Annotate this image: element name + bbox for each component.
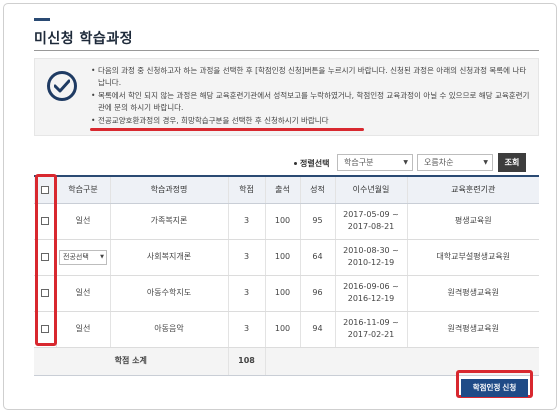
header-date: 이수년월일 [334,175,407,204]
cell-credit: 3 [227,275,265,312]
chevron-down-icon: ▼ [403,159,408,166]
notice-item: 전공교양호환과정의 경우, 희망학습구분을 선택한 후 신청하시기 바랍니다 [91,115,530,127]
sort-label: 정렬선택 [294,158,329,169]
page-title: 미신청 학습과정 [34,31,134,47]
cell-attendance: 100 [264,275,300,312]
page-frame: 미신청 학습과정 다음의 과정 중 신청하고자 하는 과정을 선택한 후 [학점… [3,3,557,410]
chevron-down-icon: ▼ [100,253,104,260]
header-institution: 교육훈련기관 [406,175,539,204]
cell-type: 전공선택 ▼ [55,239,110,276]
notice-item: 목록에서 학인 되지 않는 과정은 해당 교육훈련기관에서 성적보고를 누락하였… [91,90,530,114]
check-circle-icon [47,71,77,101]
apply-highlight-box: 학점인정 신청 [456,370,533,398]
row-checkbox[interactable] [40,288,49,297]
cell-institution: 대학교부설평생교육원 [406,239,539,276]
row-checkbox[interactable] [40,216,49,225]
cell-date: 2017-05-09 ~2017-08-21 [334,203,407,240]
cell-attendance: 100 [264,239,300,276]
cell-course: 사회복지개론 [109,239,228,276]
cell-credit: 3 [227,311,265,348]
search-button[interactable]: 조회 [498,153,526,172]
cell-score: 64 [299,239,335,276]
header-type: 학습구분 [55,175,110,204]
apply-credit-button[interactable]: 학점인정 신청 [461,379,528,397]
summary-total: 108 [227,347,265,376]
table-row: 일선 아동수학지도 3 100 96 2016-09-06 ~2016-12-1… [34,275,539,312]
course-table: 학습구분 학습과정명 학점 출석 성적 이수년월일 교육훈련기관 일선 가족복지… [34,175,539,376]
table-row: 일선 가족복지론 3 100 95 2017-05-09 ~2017-08-21… [34,203,539,240]
cell-attendance: 100 [264,203,300,240]
notice-list: 다음의 과정 중 신청하고자 하는 과정을 선택한 후 [학점인정 신청]버튼을… [91,65,530,128]
cell-course: 가족복지론 [109,203,228,240]
cell-score: 94 [299,311,335,348]
cell-attendance: 100 [264,311,300,348]
cell-score: 96 [299,275,335,312]
type-select[interactable]: 전공선택 ▼ [59,249,107,265]
header-attendance: 출석 [264,175,300,204]
header-score: 성적 [299,175,335,204]
table-row: 일선 아동음악 3 100 94 2016-11-09 ~2017-02-21 … [34,311,539,348]
cell-institution: 원격평생교육원 [406,311,539,348]
cell-institution: 평생교육원 [406,203,539,240]
summary-label: 학점 소계 [34,347,228,376]
table-header: 학습구분 학습과정명 학점 출석 성적 이수년월일 교육훈련기관 [34,175,539,204]
notice-item: 다음의 과정 중 신청하고자 하는 과정을 선택한 후 [학점인정 신청]버튼을… [91,65,530,89]
notice-box: 다음의 과정 중 신청하고자 하는 과정을 선택한 후 [학점인정 신청]버튼을… [34,58,539,136]
sort-field-select[interactable]: 학습구분 ▼ [337,154,413,171]
highlight-underline [90,128,364,131]
cell-score: 95 [299,203,335,240]
row-checkbox[interactable] [40,324,49,333]
cell-date: 2016-11-09 ~2017-02-21 [334,311,407,348]
header-course: 학습과정명 [109,175,228,204]
cell-institution: 원격평생교육원 [406,275,539,312]
title-accent-bar [34,18,50,21]
chevron-down-icon: ▼ [483,159,488,166]
cell-type: 일선 [55,311,110,348]
cell-type: 일선 [55,275,110,312]
cell-credit: 3 [227,239,265,276]
title-divider [34,50,539,51]
cell-course: 아동음악 [109,311,228,348]
select-all-cell[interactable] [34,175,56,204]
sort-order-select[interactable]: 오름차순 ▼ [417,154,493,171]
cell-date: 2010-08-30 ~2010-12-19 [334,239,407,276]
select-all-checkbox[interactable] [40,185,49,194]
row-checkbox[interactable] [40,252,49,261]
cell-course: 아동수학지도 [109,275,228,312]
header-credit: 학점 [227,175,265,204]
cell-type: 일선 [55,203,110,240]
table-row: 전공선택 ▼ 사회복지개론 3 100 64 2010-08-30 ~2010-1… [34,239,539,276]
cell-date: 2016-09-06 ~2016-12-19 [334,275,407,312]
cell-credit: 3 [227,203,265,240]
